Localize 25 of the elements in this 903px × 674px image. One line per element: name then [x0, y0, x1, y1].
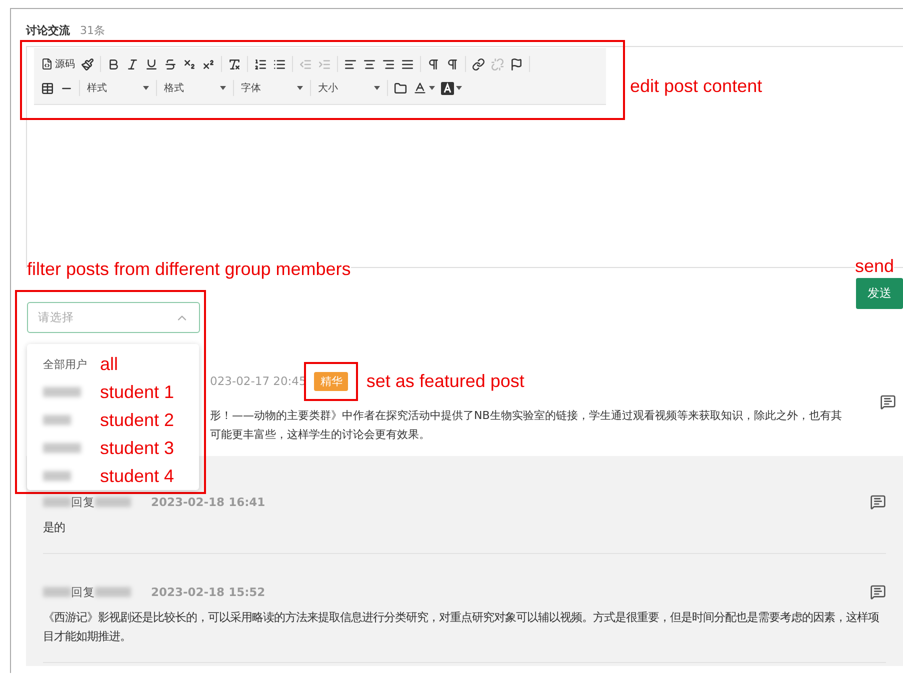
- dropdown-option[interactable]: 全部用户: [43, 356, 100, 372]
- post-text: 形！——动物的主要类群》中作者在探究活动中提供了NB生物实验室的链接，学生通过观看视频等来获取知识，除此之外，也有其: [210, 408, 843, 424]
- send-button[interactable]: 发送: [856, 278, 903, 309]
- annotation-label: student 1: [100, 382, 174, 402]
- annotation-label: set as featured post: [366, 370, 524, 392]
- annotation-label: edit post content: [630, 76, 762, 97]
- reply-text: 《西游记》影视剧还是比较长的，可以采用略读的方法来提取信息进行分类研究，对重点研究对象可以辅以视频。方式是很重要，但是时间分配也是需要考虑的因素，这样项目才能如期推进。: [43, 610, 880, 645]
- annotation-label: all: [100, 354, 118, 374]
- annotation-label: student 2: [100, 410, 174, 430]
- post-text: 可能更丰富些，这样学生的讨论会更有效果。: [210, 427, 431, 443]
- reply-text: 是的: [43, 520, 66, 536]
- toolbar-dropdown[interactable]: 字体: [237, 79, 307, 97]
- reply-label: 回复: [71, 584, 95, 600]
- toolbar-dropdown[interactable]: 格式: [160, 79, 230, 97]
- post-count: 31条: [80, 23, 105, 38]
- reply-time: 2023-02-18 15:52: [151, 585, 266, 599]
- toolbar-dropdown[interactable]: 大小: [314, 79, 384, 97]
- reply-label: 回复: [71, 494, 95, 510]
- annotation-label: filter posts from different group members: [27, 259, 351, 280]
- toolbar-dropdown[interactable]: 样式: [83, 79, 153, 97]
- source-button[interactable]: 源码: [38, 54, 78, 74]
- annotation-label: student 4: [100, 466, 174, 486]
- section-title: 讨论交流: [26, 23, 70, 38]
- annotation-label: student 3: [100, 438, 174, 458]
- reply-time: 2023-02-18 16:41: [151, 495, 266, 509]
